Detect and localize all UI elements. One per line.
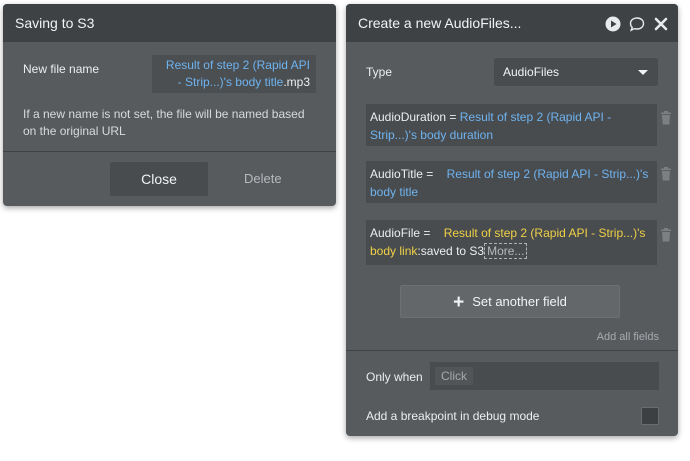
only-when-input[interactable]: Click	[430, 362, 659, 390]
close-icon[interactable]	[652, 15, 670, 33]
field-audiotitle[interactable]: AudioTitle = Result of step 2 (Rapid API…	[366, 161, 657, 203]
chevron-down-icon	[638, 70, 648, 75]
close-button[interactable]: Close	[110, 162, 208, 196]
file-name-expr-part2[interactable]: - Strip...)'s body title	[178, 75, 284, 89]
field-audiofile[interactable]: AudioFile = Result of step 2 (Rapid API …	[366, 220, 657, 265]
delete-button[interactable]: Delete	[244, 171, 282, 186]
trash-icon[interactable]	[660, 228, 672, 242]
comment-icon[interactable]	[628, 15, 646, 33]
panel-header: Saving to S3	[3, 4, 336, 42]
more-button[interactable]: More...	[484, 243, 528, 259]
field-name: AudioDuration	[370, 110, 447, 124]
trash-icon[interactable]	[660, 167, 672, 181]
plus-icon: +	[453, 292, 465, 313]
type-label: Type	[366, 65, 393, 79]
field-expression-cont[interactable]: Strip...)'s body duration	[370, 128, 493, 142]
file-name-suffix: .mp3	[283, 75, 310, 89]
field-equals: =	[420, 226, 434, 240]
file-name-note: If a new name is not set, the file will …	[23, 106, 305, 140]
field-expression[interactable]: Result of step 2 (Rapid API - Strip...)'…	[444, 226, 646, 240]
file-name-expression[interactable]: Result of step 2 (Rapid API - Strip...)'…	[152, 55, 316, 93]
breakpoint-label: Add a breakpoint in debug mode	[366, 409, 540, 423]
field-expression-cont[interactable]: body title	[370, 185, 418, 199]
create-audiofiles-panel: Create a new AudioFiles... Type AudioFil…	[346, 4, 678, 436]
panel-title: Saving to S3	[15, 15, 95, 31]
field-expression-suffix[interactable]: :saved to S3	[417, 244, 484, 258]
type-value: AudioFiles	[503, 65, 560, 79]
field-expression[interactable]: Result of step 2 (Rapid API -	[460, 110, 611, 124]
trash-icon[interactable]	[660, 111, 672, 125]
divider	[346, 350, 678, 351]
saving-to-s3-panel: Saving to S3 New file name Result of ste…	[3, 4, 336, 206]
note-line-1: If a new name is not set, the file will …	[23, 107, 305, 121]
field-name: AudioTitle	[370, 167, 423, 181]
field-equals: =	[422, 167, 437, 181]
add-all-fields-link[interactable]: Add all fields	[597, 331, 659, 343]
set-another-field-button[interactable]: + Set another field	[400, 285, 620, 318]
file-name-label: New file name	[23, 62, 100, 76]
set-field-label: Set another field	[472, 294, 567, 309]
field-name: AudioFile	[370, 226, 421, 240]
field-expression-cont[interactable]: body link	[370, 244, 417, 258]
field-audioduration[interactable]: AudioDuration = Result of step 2 (Rapid …	[366, 104, 657, 146]
only-when-label: Only when	[366, 370, 423, 384]
file-name-expr-part1[interactable]: Result of step 2 (Rapid API	[166, 58, 310, 72]
only-when-placeholder[interactable]: Click	[435, 367, 473, 385]
divider	[3, 151, 336, 152]
breakpoint-checkbox[interactable]	[641, 407, 659, 425]
field-equals: =	[446, 110, 460, 124]
panel-header: Create a new AudioFiles...	[346, 4, 678, 42]
type-select[interactable]: AudioFiles	[494, 58, 658, 86]
panel-title: Create a new AudioFiles...	[358, 15, 522, 31]
play-icon[interactable]	[604, 15, 622, 33]
header-icons	[604, 14, 670, 34]
note-line-2: on the original URL	[23, 124, 126, 138]
field-expression[interactable]: Result of step 2 (Rapid API - Strip...)'…	[447, 167, 649, 181]
